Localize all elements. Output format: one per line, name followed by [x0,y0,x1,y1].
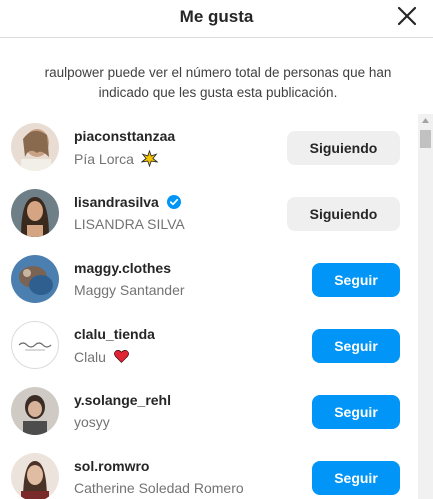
list-item: clalu_tienda Clalu Seguir [0,312,417,378]
list-item: maggy.clothes Maggy Santander Seguir [0,246,417,312]
scrollbar-thumb[interactable] [420,130,431,148]
likes-visibility-notice: raulpower puede ver el número total de p… [44,65,392,100]
avatar[interactable] [11,123,59,171]
scroll-up-arrow-icon[interactable] [418,114,433,128]
full-name: Clalu [74,348,130,365]
sparkle-star-icon [140,150,158,167]
follow-button[interactable]: Seguir [312,329,400,363]
full-name: LISANDRA SILVA [74,216,185,232]
avatar[interactable] [11,453,59,499]
username-text[interactable]: lisandrasilva [74,194,159,210]
list-item: y.solange_rehl yosyy Seguir [0,378,417,444]
username[interactable]: maggy.clothes [74,260,171,276]
dialog-title: Me gusta [179,7,254,26]
list-item: piaconsttanzaa Pía Lorca Siguiendo [0,114,417,180]
username[interactable]: sol.romwro [74,458,149,474]
full-name-text: Clalu [74,349,106,365]
following-button[interactable]: Siguiendo [287,131,400,165]
username[interactable]: y.solange_rehl [74,392,171,408]
dialog-header: Me gusta [0,0,433,38]
full-name: yosyy [74,414,110,430]
likes-list[interactable]: piaconsttanzaa Pía Lorca Siguiendo lisan… [0,114,417,499]
avatar[interactable] [11,189,59,237]
avatar[interactable] [11,387,59,435]
follow-button[interactable]: Seguir [312,263,400,297]
heart-icon [113,350,129,363]
avatar[interactable] [11,255,59,303]
avatar[interactable] [11,321,59,369]
list-item: sol.romwro Catherine Soledad Romero Segu… [0,444,417,499]
full-name-text: Pía Lorca [74,151,134,167]
full-name: Catherine Soledad Romero [74,480,244,496]
brand-logo-icon [11,321,59,369]
verified-badge-icon [166,195,181,209]
username[interactable]: clalu_tienda [74,326,155,342]
username: lisandrasilva [74,194,181,210]
list-item: lisandrasilva LISANDRA SILVA Siguiendo [0,180,417,246]
following-button[interactable]: Siguiendo [287,197,400,231]
follow-button[interactable]: Seguir [312,461,400,495]
close-icon[interactable] [394,3,420,29]
follow-button[interactable]: Seguir [312,395,400,429]
scrollbar[interactable] [418,114,433,499]
username[interactable]: piaconsttanzaa [74,128,175,144]
full-name: Maggy Santander [74,282,185,298]
full-name: Pía Lorca [74,150,158,167]
